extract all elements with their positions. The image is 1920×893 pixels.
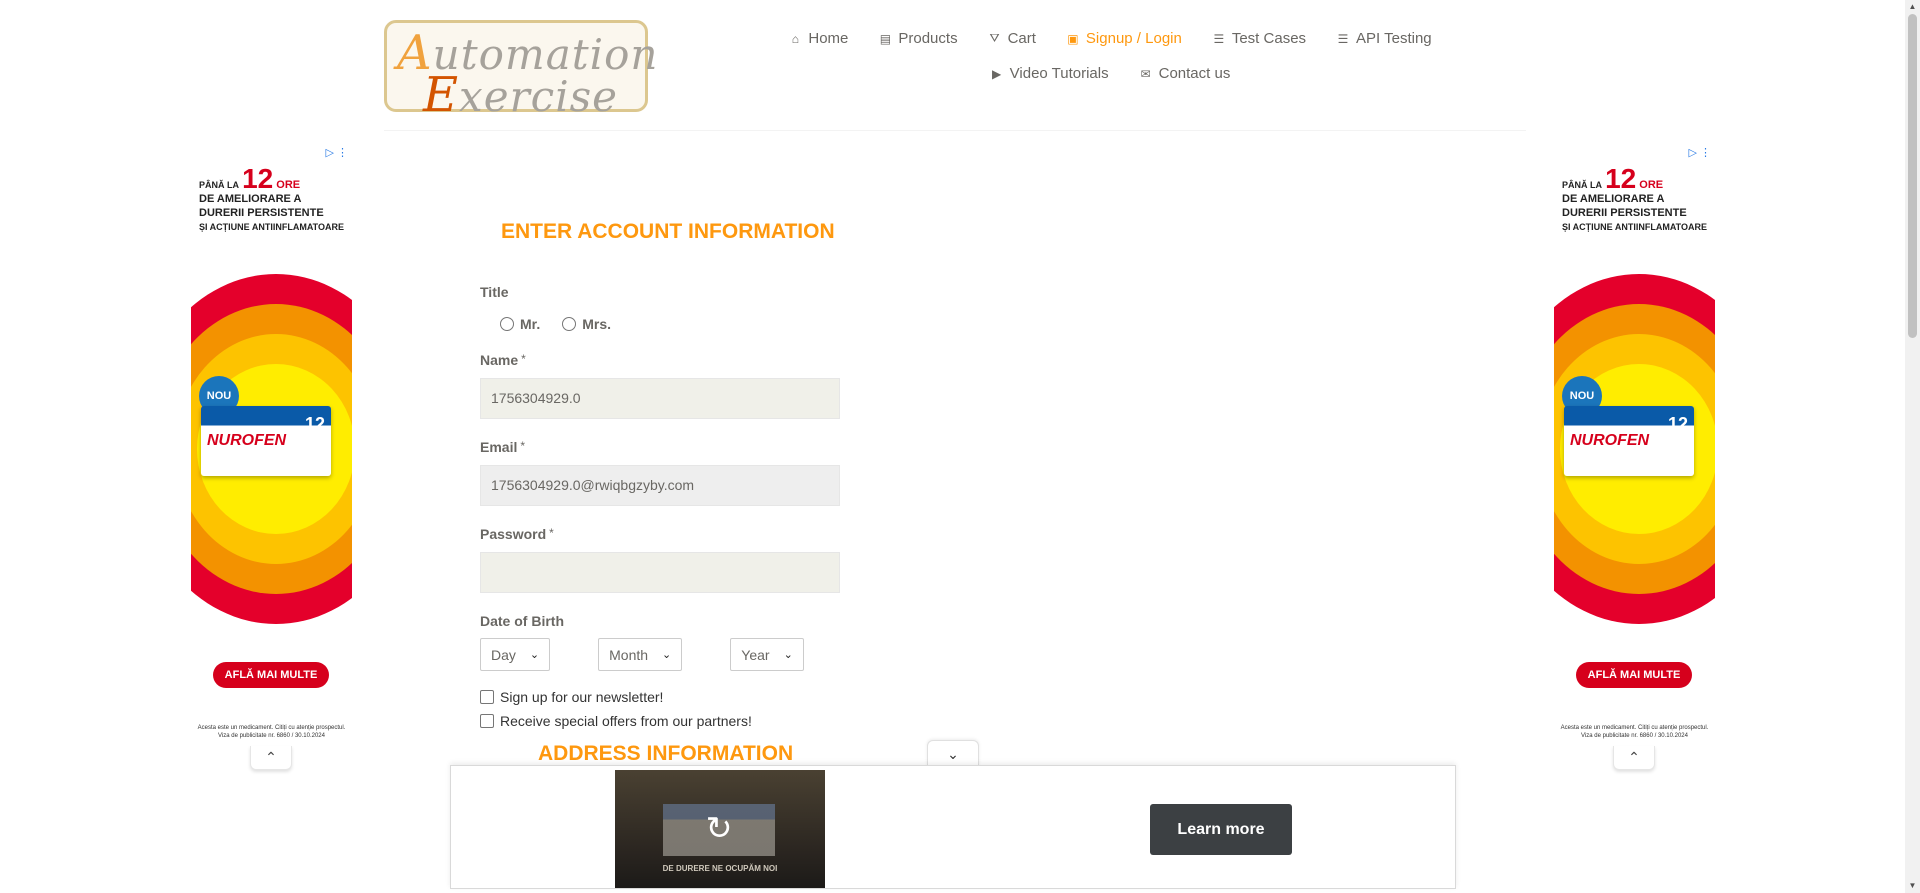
chevron-down-icon: ⌄	[783, 649, 793, 661]
scroll-thumb[interactable]	[1908, 14, 1917, 338]
title-mr-radio[interactable]	[500, 317, 514, 331]
main-nav: ⌂ Home ▤ Products ⛛ Cart ▣ Signup / Logi…	[780, 26, 1440, 86]
right-ad-collapse-button[interactable]: ⌃	[1613, 746, 1655, 770]
chevron-down-icon: ⌄	[947, 746, 959, 762]
offers-checkbox[interactable]	[480, 714, 494, 728]
ad-cta-button[interactable]: AFLĂ MAI MULTE	[213, 662, 329, 688]
nav-signup-login[interactable]: ▣ Signup / Login	[1051, 26, 1197, 51]
email-label: Email *	[480, 439, 526, 455]
title-mrs-radio[interactable]	[562, 317, 577, 331]
password-label: Password *	[480, 526, 554, 542]
nav-home[interactable]: ⌂ Home	[773, 26, 863, 51]
nav-cart[interactable]: ⛛ Cart	[973, 26, 1051, 51]
title-mrs-option[interactable]: Mrs.	[562, 316, 611, 332]
page-scrollbar[interactable]: ▲ ▼	[1905, 0, 1920, 893]
learn-more-button[interactable]: Learn more	[1150, 804, 1292, 855]
left-ad-collapse-button[interactable]: ⌃	[250, 746, 292, 770]
title-mr-option[interactable]: Mr.	[500, 316, 540, 332]
account-info-title: ENTER ACCOUNT INFORMATION	[501, 220, 835, 243]
header-divider	[384, 130, 1526, 131]
list-icon: ☰	[1337, 31, 1349, 46]
dob-day-select[interactable]: Day ⌄	[480, 638, 551, 671]
ad-headline: PÂNĂ LA 12 ORE DE AMELIORARE A DURERII P…	[199, 163, 344, 233]
nav-video-tutorials[interactable]: ▶ Video Tutorials	[975, 61, 1124, 86]
nav-test-cases[interactable]: ☰ Test Cases	[1197, 26, 1321, 51]
dob-selects: Day ⌄ Month ⌄ Year ⌄	[480, 638, 880, 671]
ad-footnote: Acesta este un medicament. Citiți cu ate…	[1560, 725, 1709, 739]
list-icon: ☰	[1213, 31, 1225, 46]
ad-video-thumbnail[interactable]: ↻ DE DURERE NE OCUPĂM NOI	[615, 770, 825, 888]
nav-products[interactable]: ▤ Products	[863, 26, 972, 51]
title-label: Title	[480, 284, 509, 300]
right-side-ad[interactable]: ▷ ⋮ PÂNĂ LA 12 ORE DE AMELIORARE A DURER…	[1554, 144, 1715, 744]
chevron-down-icon: ⌄	[529, 649, 540, 661]
lock-icon: ▣	[1067, 31, 1079, 46]
nav-api-testing[interactable]: ☰ API Testing	[1321, 26, 1447, 51]
ad-footnote: Acesta este un medicament. Citiți cu ate…	[197, 725, 346, 739]
dob-label: Date of Birth	[480, 613, 564, 629]
address-info-title: ADDRESS INFORMATION	[538, 742, 794, 765]
offers-option[interactable]: Receive special offers from our partners…	[480, 713, 880, 729]
ad-choices-icon[interactable]: ▷ ⋮	[1688, 146, 1711, 159]
account-info-form: ENTER ACCOUNT INFORMATION Title Mr. Mrs.…	[480, 220, 880, 729]
chevron-up-icon: ⌃	[1628, 749, 1640, 765]
envelope-icon: ✉	[1140, 66, 1151, 81]
replay-icon[interactable]: ↻	[701, 810, 737, 846]
dob-year-select[interactable]: Year ⌄	[730, 638, 804, 671]
chevron-up-icon: ⌃	[265, 749, 277, 765]
site-header: Automation Exercise ⌂ Home ▤ Products ⛛ …	[0, 0, 1900, 132]
chevron-down-icon: ⌄	[662, 649, 672, 661]
products-icon: ▤	[879, 31, 892, 46]
nav-contact-us[interactable]: ✉ Contact us	[1124, 61, 1246, 86]
nav-row-1: ⌂ Home ▤ Products ⛛ Cart ▣ Signup / Logi…	[780, 26, 1440, 51]
nav-row-2: ▶ Video Tutorials ✉ Contact us	[780, 61, 1440, 86]
bottom-ad-collapse-button[interactable]: ⌄	[927, 740, 979, 766]
name-input[interactable]: 1756304929.0	[480, 378, 840, 419]
video-caption: DE DURERE NE OCUPĂM NOI	[662, 864, 778, 873]
site-logo[interactable]: Automation Exercise	[384, 20, 657, 123]
scroll-down-arrow-icon[interactable]: ▼	[1905, 879, 1920, 893]
ad-product-pack: NUROFEN 12	[1564, 406, 1694, 476]
bottom-anchor-ad[interactable]: ↻ DE DURERE NE OCUPĂM NOI Learn more	[450, 765, 1456, 889]
scroll-up-arrow-icon[interactable]: ▲	[1905, 0, 1920, 14]
home-icon: ⌂	[791, 31, 799, 46]
logo-line2: Exercise	[423, 67, 619, 123]
name-label: Name *	[480, 352, 526, 368]
ad-choices-icon[interactable]: ▷ ⋮	[325, 146, 348, 159]
ad-headline: PÂNĂ LA 12 ORE DE AMELIORARE A DURERII P…	[1562, 163, 1707, 233]
left-side-ad[interactable]: ▷ ⋮ PÂNĂ LA 12 ORE DE AMELIORARE A DURER…	[191, 144, 352, 744]
newsletter-checkbox[interactable]	[480, 690, 494, 704]
dob-month-select[interactable]: Month ⌄	[598, 638, 683, 671]
youtube-icon: ▶	[992, 66, 1002, 81]
cart-icon: ⛛	[989, 31, 1000, 45]
email-input[interactable]: 1756304929.0@rwiqbgzyby.com	[480, 465, 840, 506]
newsletter-option[interactable]: Sign up for our newsletter!	[480, 689, 880, 705]
ad-product-pack: NUROFEN 12	[201, 406, 331, 476]
ad-cta-button[interactable]: AFLĂ MAI MULTE	[1576, 662, 1692, 688]
title-radio-group: Mr. Mrs.	[500, 316, 880, 332]
password-input[interactable]	[480, 552, 840, 593]
